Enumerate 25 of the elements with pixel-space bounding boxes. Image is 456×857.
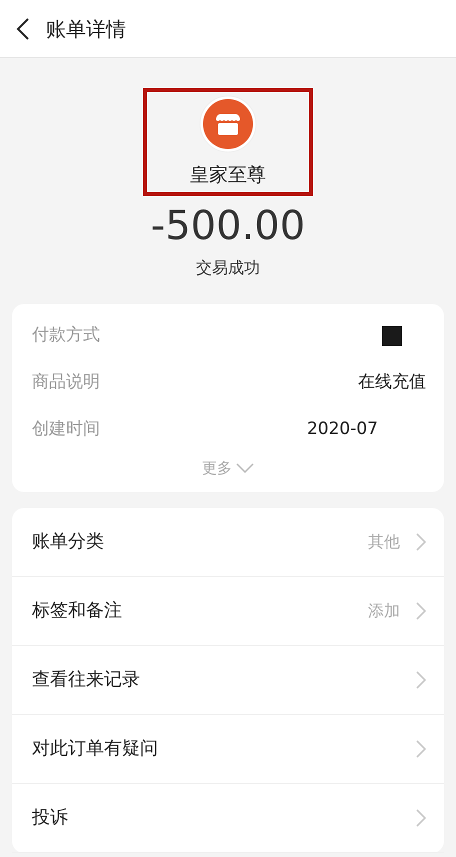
shop-icon [199, 94, 257, 153]
action-row[interactable]: 对此订单有疑问 [12, 714, 444, 784]
chevron-right-icon [416, 740, 426, 758]
action-value: 其他 [368, 530, 400, 552]
detail-label: 创建时间 [32, 418, 100, 441]
back-button[interactable] [16, 16, 30, 40]
status-text: 交易成功 [196, 257, 260, 279]
action-row[interactable]: 投诉 [12, 784, 444, 852]
detail-label: 付款方式 [32, 324, 100, 347]
merchant-name: 皇家至尊 [190, 162, 266, 188]
chevron-right-icon [416, 602, 426, 620]
redaction-mark [382, 326, 402, 346]
action-row[interactable]: 查看往来记录 [12, 646, 444, 714]
amount: -500.00 [150, 204, 306, 248]
chevron-down-icon [236, 463, 254, 474]
detail-label: 商品说明 [32, 370, 100, 394]
chevron-right-icon [416, 808, 426, 826]
action-value: 添加 [368, 600, 400, 622]
action-row[interactable]: 账单分类 其他 [12, 508, 444, 576]
detail-value: 在线充值 [358, 370, 426, 394]
page-title: 账单详情 [46, 16, 126, 42]
chevron-right-icon [416, 670, 426, 688]
detail-value: 2020-07 [306, 418, 378, 441]
action-row[interactable]: 标签和备注 添加 [12, 576, 444, 646]
chevron-right-icon [416, 532, 426, 550]
